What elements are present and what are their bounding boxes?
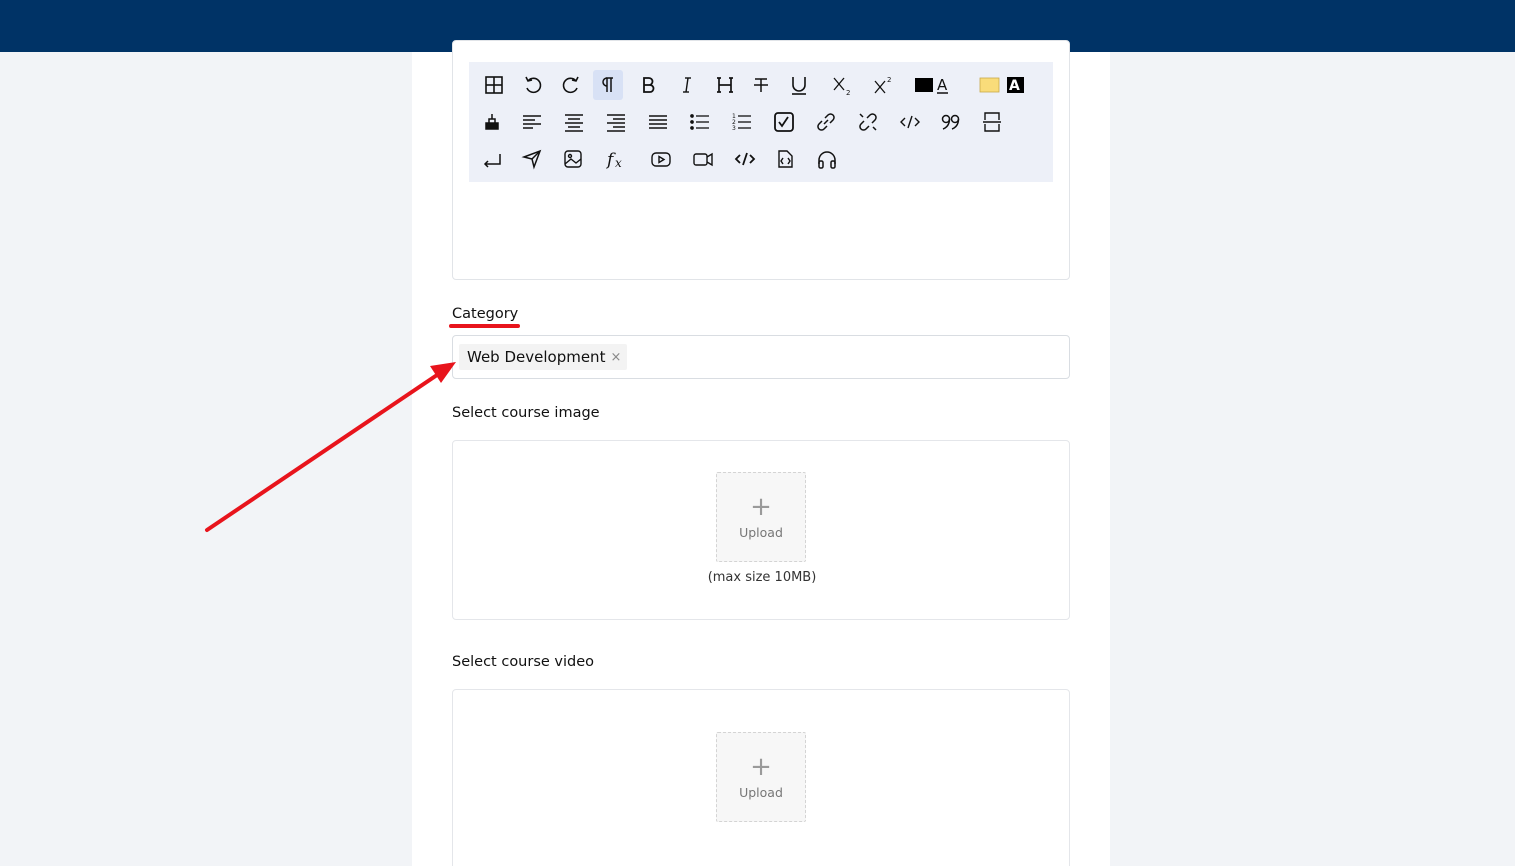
course-image-upload-button[interactable]: + Upload [716, 472, 806, 562]
code-icon[interactable] [895, 107, 925, 137]
italic-icon[interactable] [672, 70, 702, 100]
close-icon[interactable]: × [610, 350, 621, 365]
ordered-list-icon[interactable]: 123 [727, 107, 757, 137]
course-video-dropzone: + Upload [452, 689, 1070, 866]
send-icon[interactable] [517, 144, 547, 174]
line-break-icon[interactable] [478, 144, 508, 174]
redo-icon[interactable] [556, 70, 586, 100]
svg-text:A: A [1009, 78, 1020, 94]
svg-text:x: x [615, 156, 622, 170]
code-block-icon[interactable] [730, 144, 760, 174]
image-icon[interactable] [558, 144, 588, 174]
youtube-icon[interactable] [646, 144, 676, 174]
audio-icon[interactable] [812, 144, 842, 174]
table-icon[interactable] [479, 70, 509, 100]
svg-text:A: A [937, 76, 948, 94]
link-icon[interactable] [811, 107, 841, 137]
underline-icon[interactable] [784, 70, 814, 100]
category-tag-label: Web Development [467, 348, 606, 366]
upload-label: Upload [739, 784, 783, 800]
plus-icon: + [750, 491, 772, 522]
strikethrough-icon[interactable] [746, 70, 776, 100]
highlight-color-icon[interactable]: A [974, 70, 1030, 100]
upload-label: Upload [739, 524, 783, 540]
annotation-underline [449, 324, 520, 328]
svg-text:2: 2 [846, 89, 850, 96]
paragraph-icon[interactable] [593, 70, 623, 100]
formula-icon[interactable]: fx [602, 144, 632, 174]
category-select[interactable]: Web Development × [452, 335, 1070, 379]
quote-icon[interactable] [936, 107, 966, 137]
checklist-icon[interactable] [769, 107, 799, 137]
course-video-upload-button[interactable]: + Upload [716, 732, 806, 822]
bullet-list-icon[interactable] [685, 107, 715, 137]
align-center-icon[interactable] [559, 107, 589, 137]
course-video-label: Select course video [452, 654, 595, 670]
video-icon[interactable] [688, 144, 718, 174]
heading-icon[interactable] [710, 70, 740, 100]
align-right-icon[interactable] [601, 107, 631, 137]
category-tag: Web Development × [459, 344, 628, 370]
clear-format-icon[interactable] [477, 107, 507, 137]
plus-icon: + [750, 751, 772, 782]
superscript-icon[interactable]: 2 [868, 70, 898, 100]
svg-text:3: 3 [732, 125, 736, 132]
svg-text:2: 2 [887, 76, 891, 84]
course-image-label: Select course image [452, 405, 600, 421]
file-code-icon[interactable] [770, 144, 800, 174]
page-break-icon[interactable] [977, 107, 1007, 137]
course-image-dropzone: + Upload (max size 10MB) [452, 440, 1070, 620]
font-color-icon[interactable]: A [911, 70, 957, 100]
bold-icon[interactable] [633, 70, 663, 100]
editor-toolbar: 2 2 A A 123 f x [469, 62, 1053, 182]
unlink-icon[interactable] [853, 107, 883, 137]
subscript-icon[interactable]: 2 [827, 70, 857, 100]
category-label: Category [452, 306, 519, 322]
undo-icon[interactable] [518, 70, 548, 100]
align-left-icon[interactable] [517, 107, 547, 137]
max-size-hint: (max size 10MB) [707, 570, 817, 585]
align-justify-icon[interactable] [643, 107, 673, 137]
